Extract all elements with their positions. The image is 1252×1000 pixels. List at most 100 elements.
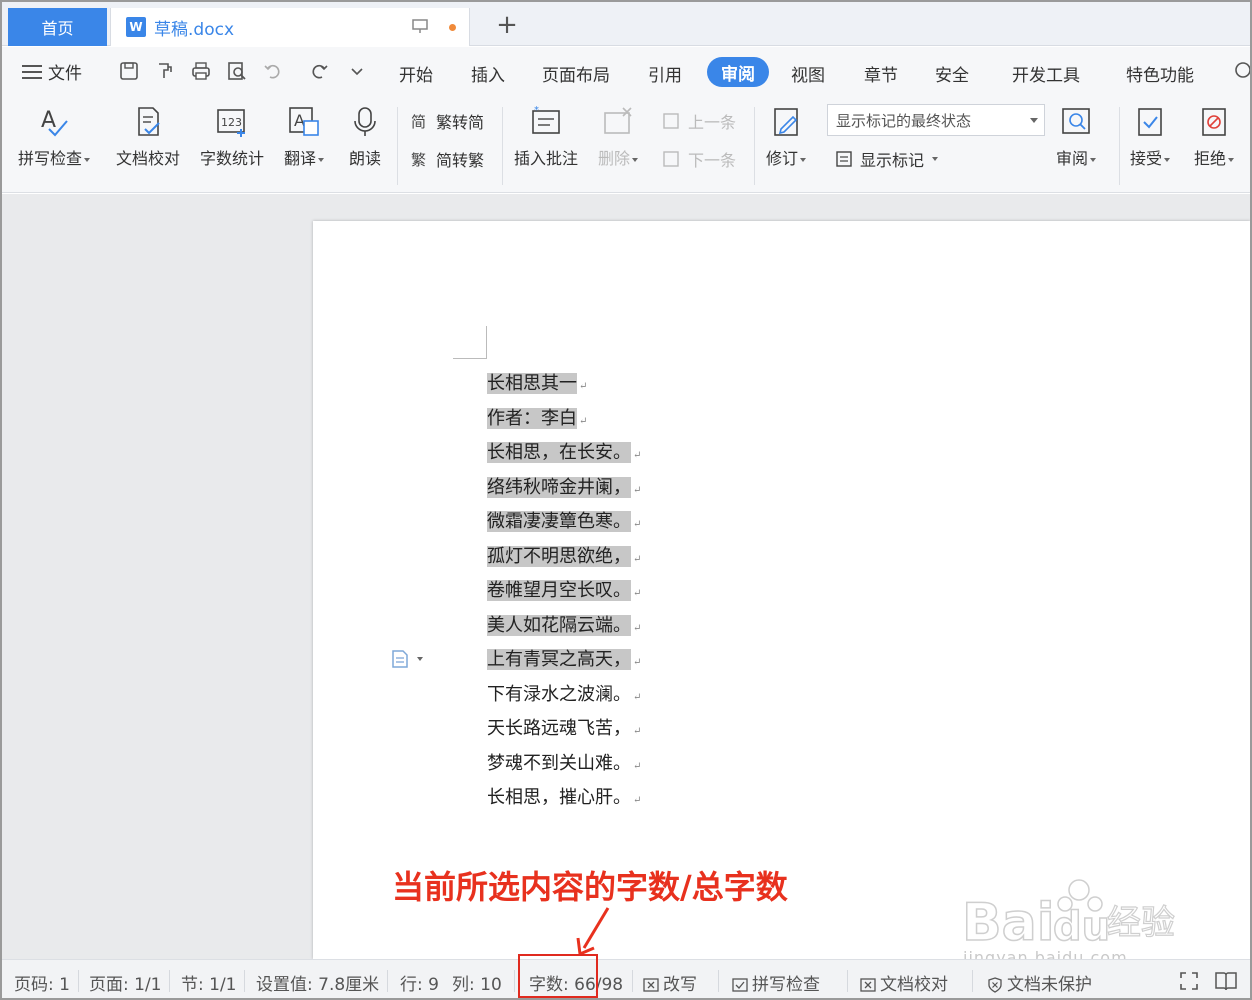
document-line[interactable]: 作者：李白 ↵	[487, 402, 587, 436]
accept-button[interactable]: 接受	[1130, 105, 1171, 169]
hamburger-icon	[22, 64, 42, 79]
document-page[interactable]: 长相思其一 ↵ 作者：李白 ↵ 长相思，在长安。 ↵ 络纬秋啼金井阑， ↵ 微霜凄凄簟色寒。 ↵ 孤…	[313, 221, 1250, 959]
translate-label: 翻译	[284, 149, 317, 168]
insert-comment-button[interactable]: * 插入批注	[514, 105, 578, 169]
document-line[interactable]: 长相思，在长安。 ↵	[487, 436, 641, 470]
status-col[interactable]: 列: 10	[452, 970, 502, 995]
status-bar: 页码: 1 页面: 1/1 节: 1/1 设置值: 7.8厘米 行: 9 列: …	[2, 959, 1250, 998]
ribbon-divider	[502, 107, 503, 185]
review-pane-button[interactable]: 审阅	[1056, 105, 1097, 169]
translate-button[interactable]: A 翻译	[284, 105, 325, 169]
word-count-highlight-box	[518, 954, 598, 998]
status-protect[interactable]: 文档未保护	[987, 970, 1092, 995]
delete-label: 删除	[598, 149, 631, 168]
status-divider	[78, 970, 79, 992]
paragraph-layout-icon[interactable]	[391, 649, 423, 669]
redo-icon[interactable]	[308, 60, 330, 82]
screen-icon[interactable]	[411, 18, 429, 34]
trad-to-simp-button[interactable]: 简 繁转简	[410, 109, 484, 133]
next-label: 下一条	[688, 151, 737, 170]
insert-comment-icon: *	[532, 105, 560, 134]
menu-insert[interactable]: 插入	[471, 61, 505, 86]
print-icon[interactable]	[190, 60, 212, 82]
status-setting[interactable]: 设置值: 7.8厘米	[256, 970, 379, 995]
format-painter-icon[interactable]	[154, 60, 176, 82]
tab-document[interactable]: W 草稿.docx	[110, 8, 470, 46]
simp-to-trad-button[interactable]: 繁 简转繁	[410, 147, 484, 171]
menu-chapter[interactable]: 章节	[864, 61, 898, 86]
document-line-text: 长相思其一	[487, 373, 577, 394]
menu-start[interactable]: 开始	[399, 61, 433, 86]
word-count-button[interactable]: 123 字数统计	[200, 105, 264, 169]
tab-home[interactable]: 首页	[8, 8, 107, 46]
status-section[interactable]: 节: 1/1	[181, 970, 237, 995]
markup-state-value: 显示标记的最终状态	[836, 111, 972, 130]
svg-text:A: A	[41, 108, 56, 133]
revise-button[interactable]: 修订	[766, 105, 807, 169]
svg-text:经验: 经验	[1107, 903, 1175, 943]
document-line[interactable]: 卷帷望月空长叹。 ↵	[487, 574, 641, 608]
menu-review[interactable]: 审阅	[707, 57, 769, 87]
document-line[interactable]: 下有渌水之波澜。 ↵	[487, 678, 641, 712]
delete-comment-icon	[604, 107, 632, 134]
status-overwrite[interactable]: 改写	[643, 970, 697, 995]
show-markup-icon	[836, 151, 852, 167]
status-page[interactable]: 页面: 1/1	[89, 970, 162, 995]
margin-corner-mark	[486, 326, 487, 359]
customize-dropdown-icon[interactable]	[346, 60, 368, 82]
document-line[interactable]: 梦魂不到关山难。 ↵	[487, 747, 641, 781]
annotation-arrow-icon	[576, 907, 610, 956]
document-line[interactable]: 孤灯不明思欲绝， ↵	[487, 540, 641, 574]
menu-file[interactable]: 文件	[22, 59, 82, 84]
reject-icon	[1202, 108, 1226, 136]
status-row[interactable]: 行: 9	[400, 970, 439, 995]
trad-simp-icon: 简	[411, 113, 426, 131]
new-tab-button[interactable]: +	[494, 10, 520, 40]
doc-proof-button[interactable]: 文档校对	[116, 105, 180, 169]
document-line[interactable]: 微霜凄凄簟色寒。 ↵	[487, 505, 641, 539]
ribbon-divider	[397, 107, 398, 185]
menu-page-layout[interactable]: 页面布局	[542, 61, 610, 86]
save-icon[interactable]	[118, 60, 140, 82]
markup-state-select[interactable]: 显示标记的最终状态	[827, 104, 1045, 136]
status-divider	[514, 970, 515, 992]
document-line[interactable]: 上有青冥之高天， ↵	[487, 643, 641, 677]
spell-check-button[interactable]: A 拼写检查	[18, 105, 91, 169]
status-proof[interactable]: 文档校对	[860, 970, 948, 995]
status-page-code[interactable]: 页码: 1	[14, 970, 70, 995]
delete-comment-button[interactable]: 删除	[598, 105, 639, 169]
menu-view[interactable]: 视图	[791, 61, 825, 86]
svg-text:繁: 繁	[411, 151, 426, 169]
ribbon-divider	[754, 107, 755, 185]
undo-icon[interactable]	[262, 60, 284, 82]
show-markup-button[interactable]: 显示标记	[834, 147, 939, 171]
menu-reference[interactable]: 引用	[648, 61, 682, 86]
status-spell-check[interactable]: 拼写检查	[732, 970, 820, 995]
microphone-icon	[354, 107, 376, 136]
paragraph-mark-icon: ↵	[579, 381, 588, 392]
document-line[interactable]: 长相思，摧心肝。 ↵	[487, 781, 641, 815]
status-divider	[718, 970, 719, 992]
accept-label: 接受	[1130, 149, 1163, 168]
document-line-text: 美人如花隔云端。	[487, 615, 631, 636]
prev-comment-button[interactable]: 上一条	[662, 109, 736, 133]
chevron-down-icon	[417, 657, 423, 661]
doc-proof-label: 文档校对	[116, 149, 181, 168]
document-line[interactable]: 络纬秋啼金井阑， ↵	[487, 471, 641, 505]
document-line[interactable]: 长相思其一 ↵	[487, 367, 587, 401]
read-aloud-button[interactable]: 朗读	[348, 105, 382, 169]
reading-mode-icon[interactable]	[1214, 970, 1238, 992]
document-line[interactable]: 美人如花隔云端。 ↵	[487, 609, 641, 643]
next-comment-button[interactable]: 下一条	[662, 147, 736, 171]
overwrite-label: 改写	[663, 975, 697, 995]
paragraph-mark-icon: ↵	[633, 588, 642, 599]
document-line[interactable]: 天长路远魂飞苦， ↵	[487, 712, 641, 746]
search-icon[interactable]	[1232, 60, 1252, 82]
fullscreen-icon[interactable]	[1178, 970, 1200, 992]
review-label: 审阅	[1056, 149, 1089, 168]
menu-dev-tools[interactable]: 开发工具	[1012, 61, 1080, 86]
menu-security[interactable]: 安全	[935, 61, 969, 86]
print-preview-icon[interactable]	[226, 60, 248, 82]
reject-button[interactable]: 拒绝	[1194, 105, 1235, 169]
menu-special[interactable]: 特色功能	[1126, 61, 1194, 86]
